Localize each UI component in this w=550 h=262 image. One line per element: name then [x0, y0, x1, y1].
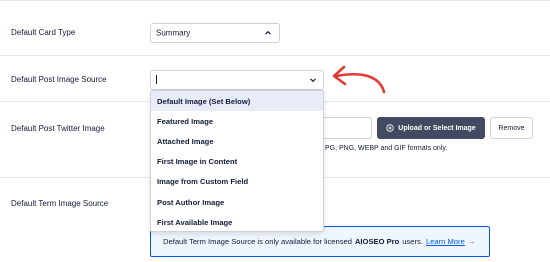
dropdown-option[interactable]: Featured Image — [151, 111, 323, 131]
card-type-label: Default Card Type — [11, 28, 76, 37]
plus-circle-icon — [386, 124, 394, 132]
annotation-arrow-icon — [332, 65, 386, 94]
dropdown-option[interactable]: First Available Image — [151, 212, 323, 232]
card-type-value: Summary — [156, 28, 191, 38]
dropdown-option[interactable]: Default Image (Set Below) — [151, 91, 323, 112]
card-type-select[interactable]: Summary — [150, 23, 280, 43]
term-image-source-label: Default Term Image Source — [11, 199, 109, 208]
post-image-source-dropdown: Default Image (Set Below) Featured Image… — [150, 90, 324, 232]
row-divider — [0, 0, 550, 1]
upload-image-label: Upload or Select Image — [398, 124, 476, 132]
notice-product: AIOSEO Pro — [354, 237, 400, 246]
remove-image-button[interactable]: Remove — [490, 117, 533, 139]
text-cursor — [156, 75, 157, 84]
dropdown-option[interactable]: First Image in Content — [151, 152, 323, 172]
chevron-down-icon — [310, 78, 316, 83]
twitter-image-label: Default Post Twitter Image — [11, 124, 105, 133]
post-image-source-label: Default Post Image Source — [11, 75, 107, 84]
chevron-up-icon — [265, 30, 271, 35]
notice-text: Default Term Image Source is only availa… — [163, 237, 352, 246]
post-image-source-select[interactable] — [150, 70, 324, 90]
learn-more-link[interactable]: Learn More — [426, 237, 465, 246]
row-divider — [0, 55, 550, 56]
upload-image-button[interactable]: Upload or Select Image — [377, 117, 485, 139]
dropdown-option[interactable]: Attached Image — [151, 131, 323, 151]
notice-suffix: users. — [402, 237, 423, 246]
dropdown-option[interactable]: Post Author Image — [151, 192, 323, 212]
arrow-right-icon: → — [467, 237, 476, 246]
dropdown-option[interactable]: Image from Custom Field — [151, 172, 323, 192]
image-format-hint: PG, PNG, WEBP and GIF formats only. — [325, 145, 448, 152]
